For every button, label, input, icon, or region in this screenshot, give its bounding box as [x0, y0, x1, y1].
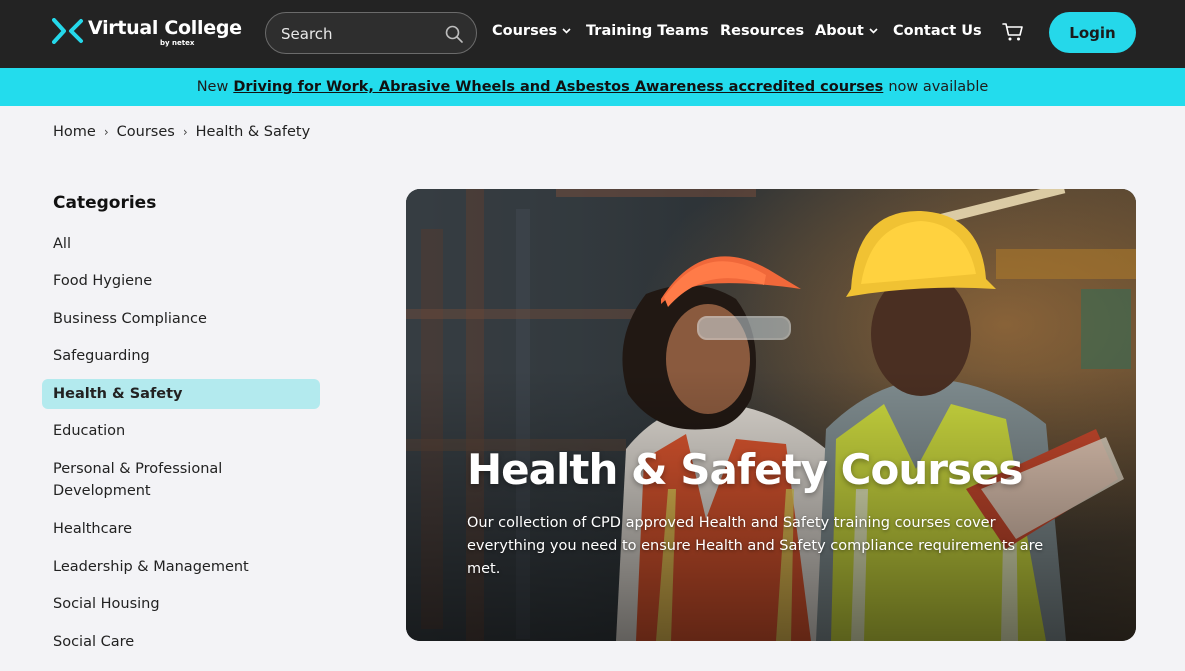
logo-mark-icon: [52, 18, 83, 44]
nav-training-teams-label: Training Teams: [586, 23, 709, 39]
hero-description: Our collection of CPD approved Health an…: [467, 515, 1044, 577]
search-icon[interactable]: [444, 24, 464, 44]
nav-contact-us[interactable]: Contact Us: [893, 23, 982, 39]
category-leadership-management[interactable]: Leadership & Management: [42, 556, 320, 578]
banner-link[interactable]: Driving for Work, Abrasive Wheels and As…: [233, 79, 883, 95]
nav-contact-us-label: Contact Us: [893, 23, 982, 39]
nav-resources-label: Resources: [720, 23, 805, 39]
brand-name: Virtual College: [88, 17, 242, 39]
category-social-housing[interactable]: Social Housing: [42, 593, 320, 615]
category-education[interactable]: Education: [42, 420, 320, 442]
category-healthcare[interactable]: Healthcare: [42, 518, 320, 540]
categories-title: Categories: [53, 193, 157, 213]
nav-about-label: About: [815, 23, 864, 39]
category-health-safety[interactable]: Health & Safety: [42, 379, 320, 409]
virtual-college-logo[interactable]: Virtual College by netex: [52, 16, 242, 50]
search-box: [265, 12, 477, 54]
breadcrumb: Home › Courses › Health & Safety: [53, 124, 310, 140]
breadcrumb-chevron-icon: ›: [182, 125, 188, 139]
site-header: Virtual College by netex Courses Trainin…: [0, 0, 1185, 68]
nav-about[interactable]: About: [815, 23, 878, 39]
category-all[interactable]: All: [42, 233, 320, 255]
nav-courses-label: Courses: [492, 23, 558, 39]
hero-title: Health & Safety Courses: [467, 445, 1023, 494]
chevron-down-icon: [562, 28, 571, 34]
nav-courses[interactable]: Courses: [492, 23, 571, 39]
login-button[interactable]: Login: [1049, 12, 1136, 53]
brand-sub: by netex: [160, 39, 195, 47]
breadcrumb-home[interactable]: Home: [53, 124, 96, 140]
hero-banner: Health & Safety Courses Our collection o…: [406, 189, 1136, 641]
nav-resources[interactable]: Resources: [720, 23, 804, 39]
category-food-hygiene[interactable]: Food Hygiene: [42, 270, 320, 292]
breadcrumb-chevron-icon: ›: [103, 125, 109, 139]
category-personal-professional-development[interactable]: Personal & Professional Development: [42, 458, 272, 502]
category-safeguarding[interactable]: Safeguarding: [42, 345, 320, 367]
category-social-care[interactable]: Social Care: [42, 631, 320, 653]
banner-prefix: New: [196, 79, 229, 95]
nav-training-teams[interactable]: Training Teams: [586, 23, 709, 39]
announcement-banner: New Driving for Work, Abrasive Wheels an…: [0, 68, 1185, 106]
banner-suffix: now available: [888, 79, 989, 95]
category-business-compliance[interactable]: Business Compliance: [42, 308, 320, 330]
breadcrumb-current: Health & Safety: [195, 124, 311, 140]
cart-icon[interactable]: [1002, 22, 1024, 42]
chevron-down-icon: [869, 28, 878, 34]
search-input[interactable]: [281, 23, 441, 45]
breadcrumb-courses[interactable]: Courses: [117, 124, 175, 140]
